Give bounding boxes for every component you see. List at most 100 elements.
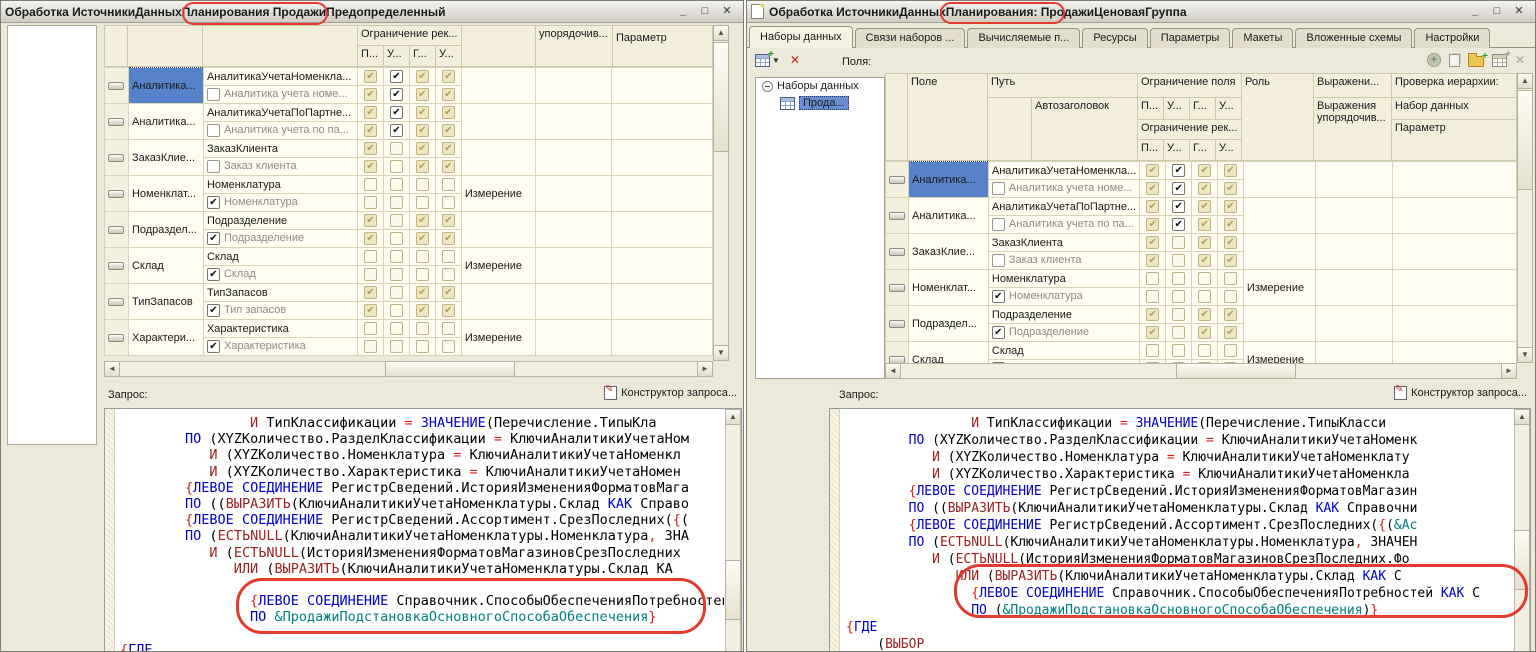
hierarchy-cell[interactable] — [1392, 198, 1516, 234]
path-title-cell[interactable]: Аналитика учета номе... — [203, 86, 357, 104]
hierarchy-cell[interactable] — [1392, 342, 1516, 364]
restriction-checkbox[interactable] — [1172, 254, 1185, 267]
restriction-checkbox[interactable]: ✔ — [1146, 200, 1159, 213]
hierarchy-cell[interactable] — [612, 248, 713, 284]
restriction-checkbox[interactable]: ✔ — [1198, 182, 1211, 195]
scroll-up-button[interactable]: ▲ — [1514, 409, 1530, 425]
restriction-checkbox[interactable] — [1224, 290, 1237, 303]
query-builder-link[interactable]: Конструктор запроса... — [1394, 386, 1527, 400]
role-cell[interactable] — [1243, 198, 1315, 234]
role-cell[interactable] — [1243, 234, 1315, 270]
restriction-checkbox[interactable]: ✔ — [1224, 164, 1237, 177]
role-cell[interactable]: Измерение — [1243, 270, 1315, 306]
restriction-checkbox[interactable]: ✔ — [390, 124, 403, 137]
path-title-cell[interactable]: ✔Номенклатура — [203, 194, 357, 212]
restriction-checkbox[interactable]: ✔ — [416, 70, 429, 83]
path-cell[interactable]: Склад — [203, 248, 357, 266]
tab-4[interactable]: Ресурсы — [1082, 28, 1147, 48]
restriction-checkbox[interactable] — [1146, 344, 1159, 357]
restriction-checkbox[interactable]: ✔ — [1146, 182, 1159, 195]
expression-cell[interactable] — [535, 140, 612, 176]
path-cell[interactable]: Подразделение — [988, 306, 1139, 324]
restriction-checkbox[interactable] — [442, 268, 455, 281]
role-cell[interactable] — [461, 140, 535, 176]
restriction-checkbox[interactable] — [1224, 272, 1237, 285]
title-checkbox[interactable]: ✔ — [207, 268, 220, 281]
restriction-checkbox[interactable] — [364, 268, 377, 281]
title-checkbox[interactable] — [992, 254, 1005, 267]
restriction-checkbox[interactable] — [390, 268, 403, 281]
tree-item-dataset[interactable]: Прода... — [756, 94, 884, 112]
row-handle-icon[interactable] — [889, 248, 905, 256]
restriction-checkbox[interactable] — [364, 322, 377, 335]
title-checkbox[interactable]: ✔ — [207, 232, 220, 245]
restriction-checkbox[interactable]: ✔ — [1172, 182, 1185, 195]
restriction-checkbox[interactable] — [390, 214, 403, 227]
row-handle-icon[interactable] — [889, 284, 905, 292]
restriction-checkbox[interactable] — [364, 196, 377, 209]
row-handle-icon[interactable] — [108, 262, 124, 270]
restriction-checkbox[interactable]: ✔ — [416, 304, 429, 317]
scroll-thumb[interactable] — [1176, 363, 1296, 379]
close-button[interactable]: ✕ — [1511, 4, 1527, 19]
restriction-checkbox[interactable]: ✔ — [416, 286, 429, 299]
expression-cell[interactable] — [1315, 306, 1392, 342]
scroll-up-button[interactable]: ▲ — [713, 25, 729, 41]
restriction-checkbox[interactable]: ✔ — [364, 214, 377, 227]
restriction-checkbox[interactable] — [1146, 272, 1159, 285]
restriction-checkbox[interactable] — [416, 268, 429, 281]
title-checkbox[interactable] — [992, 182, 1005, 195]
restriction-checkbox[interactable]: ✔ — [1198, 254, 1211, 267]
restriction-checkbox[interactable]: ✔ — [390, 106, 403, 119]
restriction-checkbox[interactable] — [1146, 290, 1159, 303]
path-cell[interactable]: ЗаказКлиента — [203, 140, 357, 158]
restriction-checkbox[interactable]: ✔ — [1146, 218, 1159, 231]
path-title-cell[interactable]: ✔Подразделение — [203, 230, 357, 248]
add-dataset-icon[interactable]: + — [755, 54, 770, 67]
expression-cell[interactable] — [1315, 234, 1392, 270]
field-row[interactable]: Аналитика...АналитикаУчетаНоменкла...✔✔✔… — [886, 162, 1517, 180]
scroll-right-button[interactable]: ► — [697, 361, 713, 377]
restriction-checkbox[interactable] — [416, 250, 429, 263]
restriction-checkbox[interactable]: ✔ — [416, 232, 429, 245]
restriction-checkbox[interactable]: ✔ — [1198, 200, 1211, 213]
role-cell[interactable] — [1243, 162, 1315, 198]
title-checkbox[interactable]: ✔ — [207, 340, 220, 353]
restriction-checkbox[interactable]: ✔ — [364, 304, 377, 317]
title-checkbox[interactable]: ✔ — [207, 196, 220, 209]
restriction-checkbox[interactable] — [390, 160, 403, 173]
restriction-checkbox[interactable] — [442, 196, 455, 209]
path-cell[interactable]: Характеристика — [203, 320, 357, 338]
path-title-cell[interactable]: ✔Подразделение — [988, 324, 1139, 342]
path-cell[interactable]: АналитикаУчетаНоменкла... — [988, 162, 1139, 180]
role-cell[interactable] — [461, 284, 535, 320]
field-name-cell[interactable]: Склад — [128, 248, 203, 284]
scroll-right-button[interactable]: ► — [1501, 363, 1517, 379]
close-button[interactable]: ✕ — [719, 4, 735, 19]
restriction-checkbox[interactable]: ✔ — [442, 232, 455, 245]
path-cell[interactable]: Номенклатура — [203, 176, 357, 194]
restriction-checkbox[interactable]: ✔ — [364, 106, 377, 119]
restriction-checkbox[interactable] — [390, 196, 403, 209]
hierarchy-cell[interactable] — [1392, 162, 1516, 198]
scroll-down-button[interactable]: ▼ — [1517, 347, 1533, 363]
restriction-checkbox[interactable]: ✔ — [364, 160, 377, 173]
restriction-checkbox[interactable]: ✔ — [416, 88, 429, 101]
restriction-checkbox[interactable]: ✔ — [442, 304, 455, 317]
minimize-button[interactable]: _ — [675, 4, 691, 19]
hierarchy-cell[interactable] — [612, 140, 713, 176]
hierarchy-cell[interactable] — [612, 104, 713, 140]
path-title-cell[interactable]: ✔Характеристика — [203, 338, 357, 356]
restriction-checkbox[interactable]: ✔ — [364, 88, 377, 101]
expression-cell[interactable] — [535, 284, 612, 320]
expression-cell[interactable] — [535, 68, 612, 104]
restriction-checkbox[interactable]: ✔ — [442, 142, 455, 155]
field-name-cell[interactable]: Склад — [909, 342, 989, 364]
path-cell[interactable]: Подразделение — [203, 212, 357, 230]
field-name-cell[interactable]: Аналитика... — [128, 104, 203, 140]
restriction-checkbox[interactable] — [442, 250, 455, 263]
field-row[interactable]: ЗаказКлие...ЗаказКлиента✔✔✔ — [886, 234, 1517, 252]
restriction-checkbox[interactable] — [364, 340, 377, 353]
restriction-checkbox[interactable] — [1172, 290, 1185, 303]
title-checkbox[interactable]: ✔ — [992, 326, 1005, 339]
